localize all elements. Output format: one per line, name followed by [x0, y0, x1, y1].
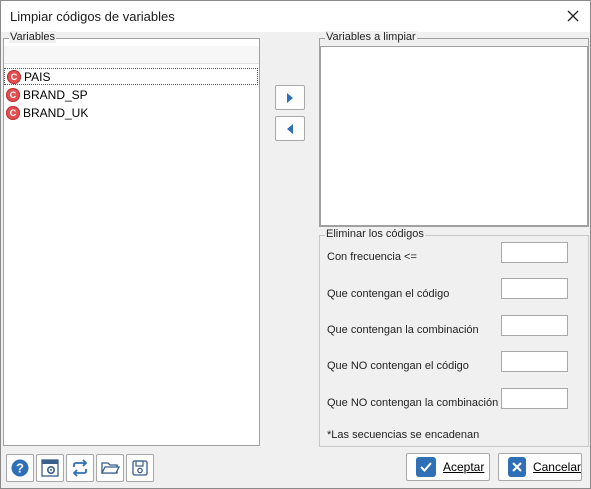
close-button[interactable] — [562, 5, 584, 27]
title-bar: Limpiar códigos de variables — [1, 1, 590, 32]
save-icon — [132, 460, 148, 476]
svg-text:?: ? — [16, 461, 24, 476]
not-contains-code-input[interactable] — [501, 351, 568, 372]
category-variable-icon: C — [6, 87, 20, 102]
refresh-icon — [72, 459, 88, 477]
variables-list-header — [4, 46, 259, 64]
arrow-right-icon — [287, 92, 293, 103]
save-button[interactable] — [126, 454, 154, 482]
window-title: Limpiar códigos de variables — [10, 9, 175, 24]
accept-button[interactable]: Aceptar — [406, 453, 490, 481]
contains-code-label: Que contengan el código — [327, 288, 450, 300]
accept-label: Aceptar — [443, 460, 485, 474]
arrow-left-icon — [287, 123, 293, 134]
list-item-label: PAIS — [24, 69, 51, 84]
not-contains-combination-label: Que NO contengan la combinación — [327, 397, 499, 409]
close-icon — [567, 10, 579, 22]
variables-label: Variables — [9, 31, 57, 43]
help-button[interactable]: ? — [6, 454, 34, 482]
variables-to-clean-list[interactable] — [320, 46, 588, 226]
help-icon: ? — [11, 459, 29, 477]
list-item-pais[interactable]: C PAIS — [4, 68, 258, 85]
bottom-toolbar: ? — [6, 454, 154, 482]
cancel-x-icon — [508, 457, 526, 477]
open-folder-button[interactable] — [96, 454, 124, 482]
variables-to-clean-label: Variables a limpiar — [325, 31, 417, 43]
list-item-brand-sp[interactable]: C BRAND_SP — [4, 86, 258, 103]
settings-button[interactable] — [36, 454, 64, 482]
move-left-button[interactable] — [275, 116, 305, 141]
cancel-label: Cancelar — [532, 460, 581, 474]
remove-codes-group — [319, 235, 589, 447]
remove-codes-label: Eliminar los códigos — [325, 228, 425, 240]
frequency-input[interactable] — [501, 242, 568, 263]
footnote: *Las secuencias se encadenan — [327, 429, 480, 441]
frequency-label: Con frecuencia <= — [327, 251, 417, 263]
not-contains-code-label: Que NO contengan el código — [327, 360, 469, 372]
category-variable-icon: C — [6, 105, 20, 120]
checkmark-icon — [416, 457, 436, 477]
category-variable-icon: C — [7, 69, 21, 84]
settings-icon — [41, 459, 59, 477]
variables-list[interactable]: C PAIS C BRAND_SP C BRAND_UK — [4, 66, 259, 444]
cancel-button[interactable]: Cancelar — [498, 453, 582, 481]
open-folder-icon — [100, 462, 120, 474]
contains-combination-label: Que contengan la combinación — [327, 324, 479, 336]
not-contains-combination-input[interactable] — [501, 388, 568, 409]
move-right-button[interactable] — [275, 85, 305, 110]
list-item-brand-uk[interactable]: C BRAND_UK — [4, 104, 258, 121]
contains-code-input[interactable] — [501, 278, 568, 299]
list-item-label: BRAND_SP — [23, 87, 88, 102]
list-item-label: BRAND_UK — [23, 105, 89, 120]
refresh-button[interactable] — [66, 454, 94, 482]
contains-combination-input[interactable] — [501, 315, 568, 336]
